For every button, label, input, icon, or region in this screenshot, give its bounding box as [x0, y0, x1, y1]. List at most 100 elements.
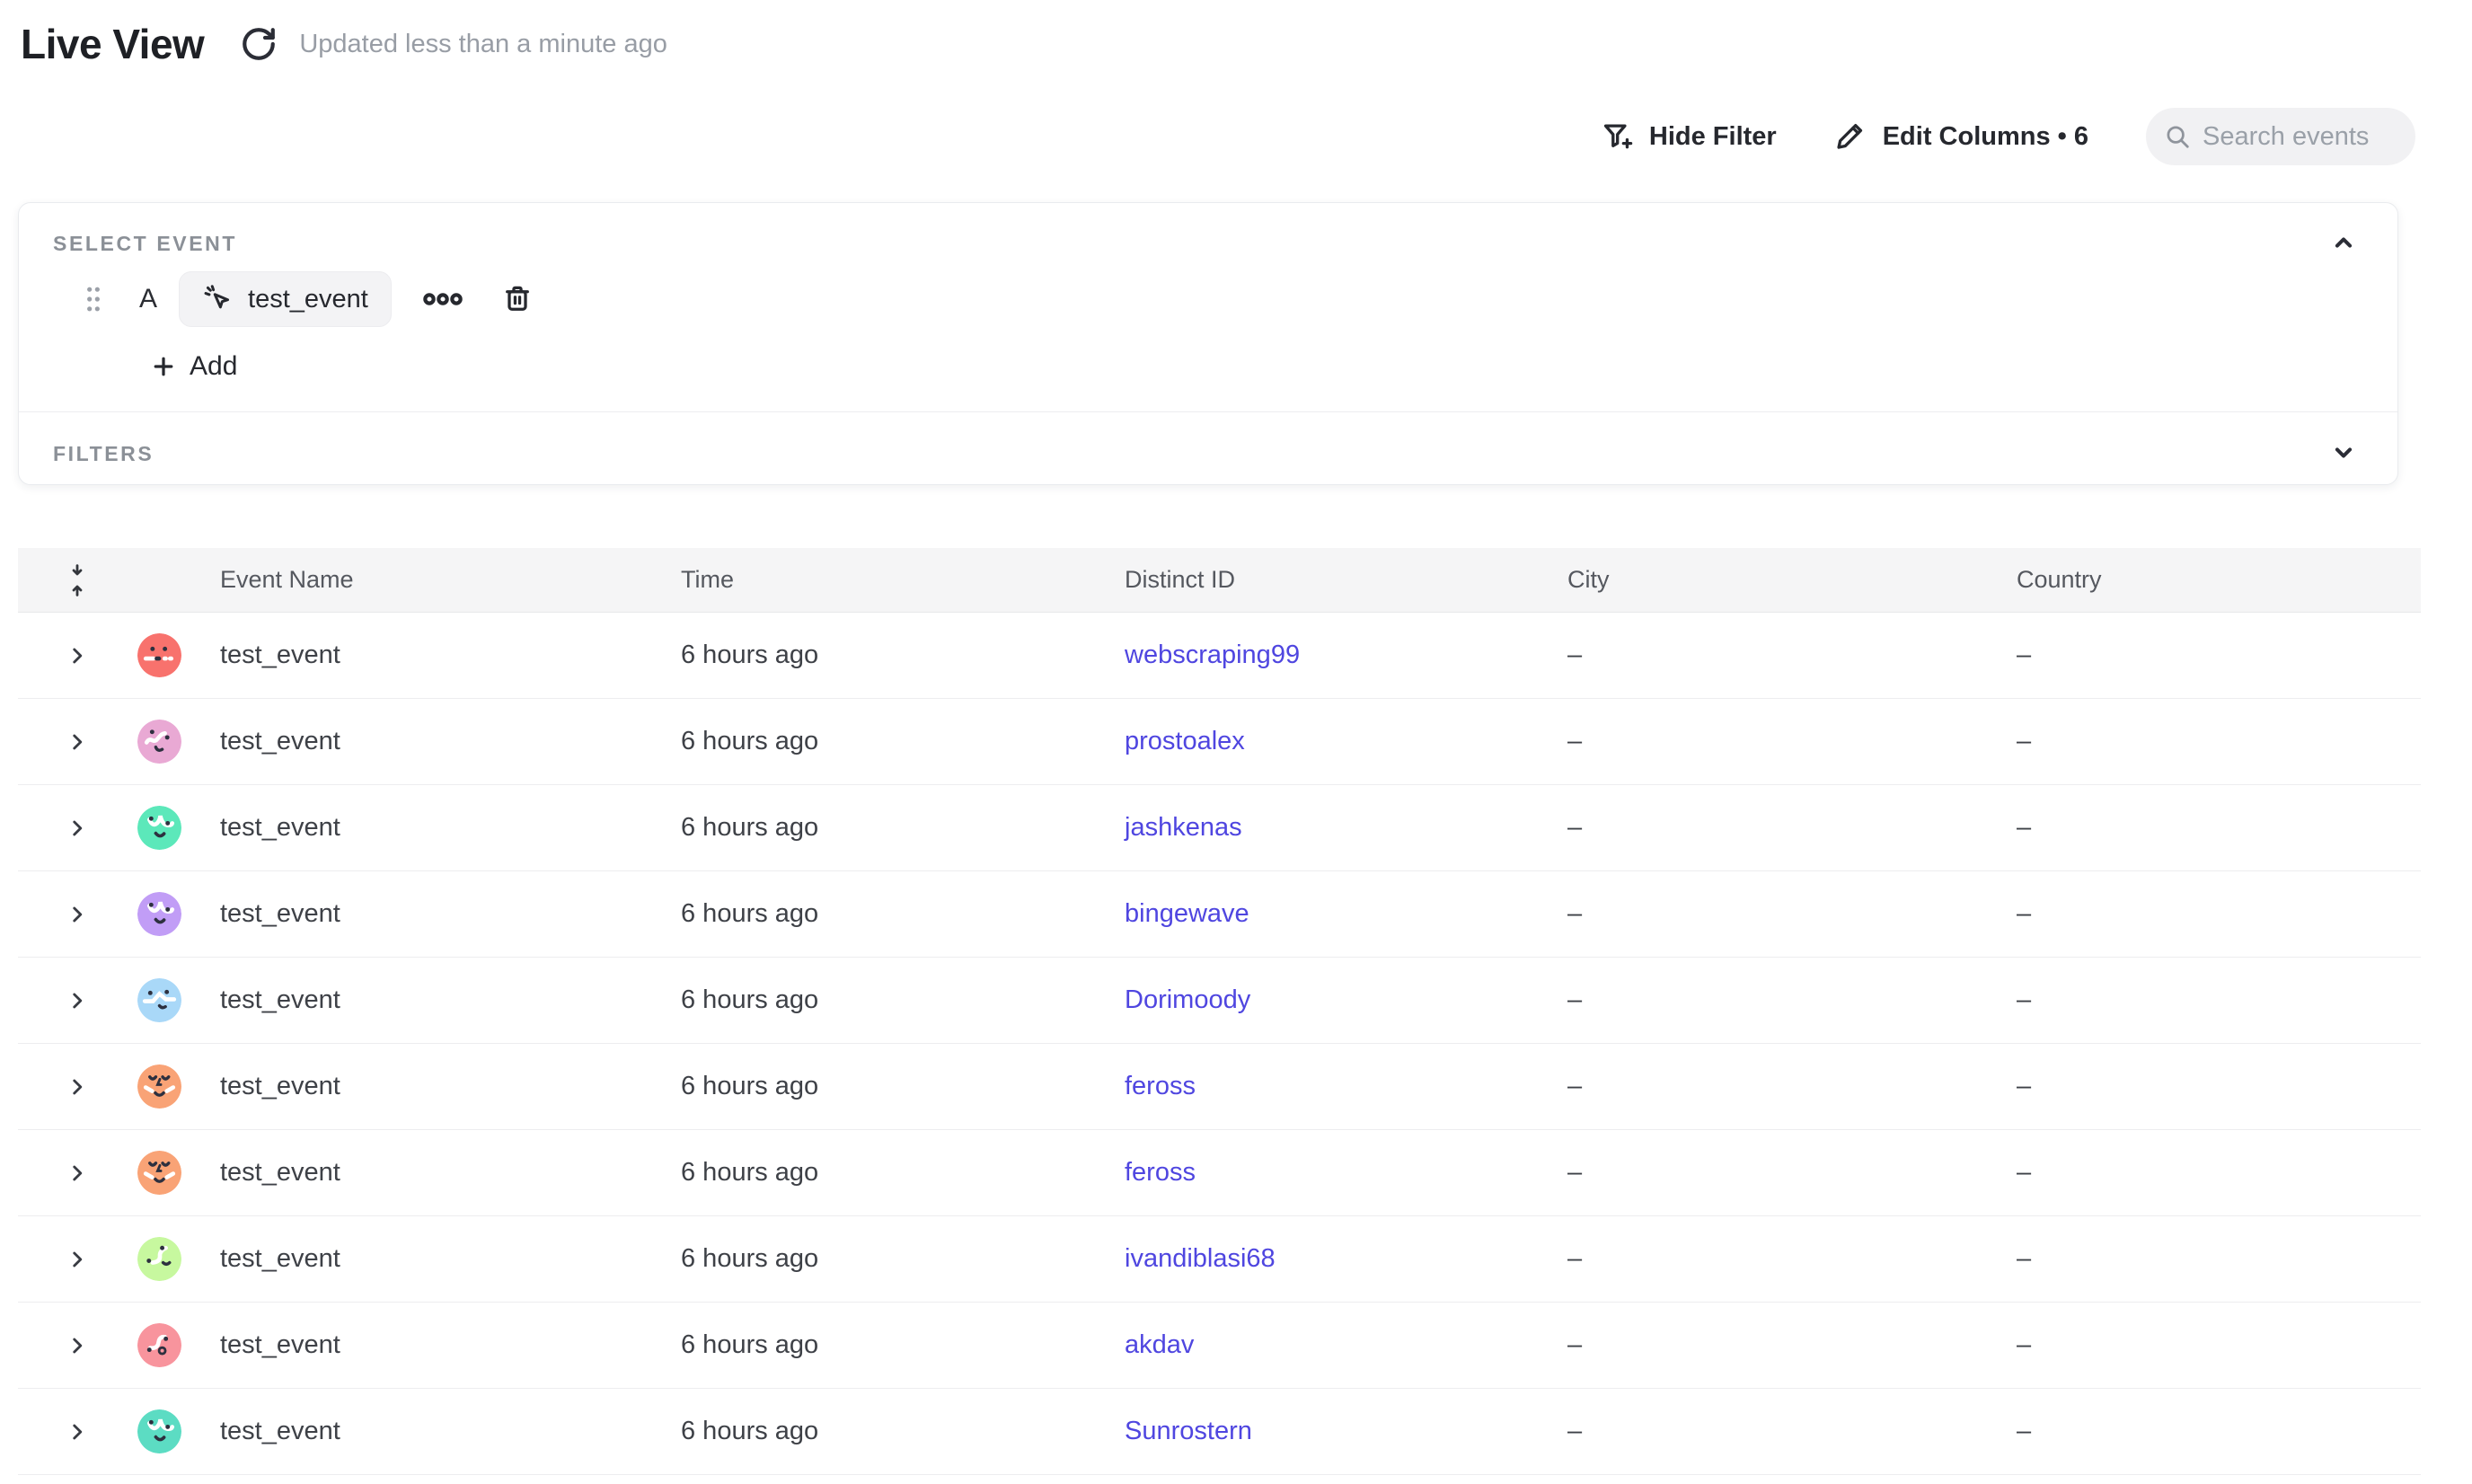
table-row[interactable]: test_event6 hours agofeross–– — [18, 1044, 2421, 1130]
time-cell: 6 hours ago — [663, 1244, 1107, 1274]
delete-event-button[interactable] — [501, 283, 534, 315]
expand-row-button[interactable] — [18, 1334, 117, 1357]
avatar-cell — [117, 1323, 202, 1367]
user-avatar-icon[interactable] — [137, 633, 181, 677]
expand-row-button[interactable] — [18, 1162, 117, 1185]
pencil-icon — [1834, 119, 1868, 154]
event-chip-label: test_event — [248, 285, 368, 314]
panel-divider — [19, 411, 2397, 412]
distinct-id-cell: webscraping99 — [1107, 640, 1549, 670]
hide-filter-button[interactable]: Hide Filter — [1601, 119, 1777, 154]
table-row[interactable]: test_event6 hours agowebscraping99–– — [18, 613, 2421, 699]
distinct-id-link[interactable]: Sunrostern — [1125, 1417, 1252, 1445]
select-event-label: SELECT EVENT — [53, 232, 237, 256]
chevron-right-icon — [66, 730, 89, 754]
user-avatar-icon[interactable] — [137, 1237, 181, 1281]
distinct-id-link[interactable]: akdav — [1125, 1330, 1194, 1359]
expand-row-button[interactable] — [18, 903, 117, 926]
chevron-right-icon — [66, 817, 89, 840]
time-cell: 6 hours ago — [663, 899, 1107, 929]
column-header-distinct-id: Distinct ID — [1107, 566, 1549, 594]
country-cell: – — [1999, 727, 2421, 756]
user-avatar-icon[interactable] — [137, 1151, 181, 1195]
table-row[interactable]: test_event6 hours agofeross–– — [18, 1130, 2421, 1216]
table-row[interactable]: test_event6 hours ago ivandiblasi68 –– — [18, 1216, 2421, 1303]
distinct-id-link[interactable]: bingewave — [1125, 899, 1249, 928]
expand-row-button[interactable] — [18, 1420, 117, 1444]
table-row[interactable]: test_event6 hours agoakdav–– — [18, 1303, 2421, 1389]
table-row[interactable]: test_event6 hours agojashkenas–– — [18, 785, 2421, 871]
time-cell: 6 hours ago — [663, 640, 1107, 670]
user-avatar-icon[interactable] — [137, 1409, 181, 1453]
country-cell: – — [1999, 813, 2421, 843]
event-name-cell: test_event — [202, 1244, 663, 1274]
city-cell: – — [1549, 1417, 1999, 1446]
distinct-id-cell: prostoalex — [1107, 727, 1549, 756]
user-avatar-icon[interactable] — [137, 1323, 181, 1367]
event-clause-row: A test_event — [82, 271, 534, 327]
avatar-cell — [117, 1064, 202, 1109]
avatar-cell — [117, 1151, 202, 1195]
expand-row-button[interactable] — [18, 730, 117, 754]
table-row[interactable]: test_event6 hours agoSunrostern–– — [18, 1389, 2421, 1475]
event-name-cell: test_event — [202, 1417, 663, 1446]
expand-row-button[interactable] — [18, 644, 117, 667]
pin-column-button[interactable] — [18, 562, 117, 598]
user-avatar-icon[interactable] — [137, 720, 181, 764]
time-cell: 6 hours ago — [663, 1417, 1107, 1446]
chevron-right-icon — [66, 644, 89, 667]
expand-row-button[interactable] — [18, 989, 117, 1012]
time-cell: 6 hours ago — [663, 1158, 1107, 1188]
user-avatar-icon[interactable] — [137, 1064, 181, 1109]
expand-row-button[interactable] — [18, 1248, 117, 1271]
plus-icon — [150, 353, 177, 380]
distinct-id-link[interactable]: webscraping99 — [1125, 640, 1300, 669]
event-name-cell: test_event — [202, 640, 663, 670]
distinct-id-link[interactable]: feross — [1125, 1072, 1196, 1100]
table-row[interactable]: test_event6 hours agobingewave–– — [18, 871, 2421, 958]
events-table: Event Name Time Distinct ID City Country… — [18, 548, 2421, 1484]
country-cell: – — [1999, 1330, 2421, 1360]
trash-icon — [501, 283, 534, 315]
chevron-right-icon — [66, 1420, 89, 1444]
edit-columns-button[interactable]: Edit Columns • 6 — [1834, 119, 2088, 154]
country-cell: – — [1999, 1244, 2421, 1274]
distinct-id-link[interactable]: feross — [1125, 1158, 1196, 1187]
event-selector-chip[interactable]: test_event — [179, 271, 392, 327]
three-circles-icon — [420, 291, 465, 307]
refresh-button[interactable] — [238, 23, 279, 65]
city-cell: – — [1549, 813, 1999, 843]
distinct-id-link[interactable]: Dorimoody — [1125, 985, 1250, 1014]
funnel-plus-icon — [1601, 119, 1635, 154]
city-cell: – — [1549, 1244, 1999, 1274]
drag-handle[interactable] — [82, 281, 107, 317]
time-cell: 6 hours ago — [663, 813, 1107, 843]
city-cell: – — [1549, 1072, 1999, 1101]
chevron-right-icon — [66, 989, 89, 1012]
column-header-time: Time — [663, 566, 1107, 594]
table-row[interactable]: test_event6 hours agoprostoalex–– — [18, 699, 2421, 785]
event-name-cell: test_event — [202, 985, 663, 1015]
toolbar: Hide Filter Edit Columns • 6 — [1601, 108, 2415, 165]
search-events-input[interactable] — [2203, 122, 2397, 152]
distinct-id-cell: Dorimoody — [1107, 985, 1549, 1015]
expand-row-button[interactable] — [18, 1075, 117, 1099]
event-name-cell: test_event — [202, 727, 663, 756]
distinct-id-link[interactable]: ivandiblasi68 — [1125, 1244, 1276, 1273]
collapse-section-button[interactable] — [2326, 225, 2362, 261]
chevron-down-icon — [2328, 437, 2359, 468]
user-avatar-icon[interactable] — [137, 806, 181, 850]
expand-row-button[interactable] — [18, 817, 117, 840]
add-event-button[interactable]: Add — [150, 347, 237, 386]
distinct-id-link[interactable]: prostoalex — [1125, 727, 1245, 755]
search-box[interactable] — [2146, 108, 2415, 165]
refresh-icon — [240, 25, 278, 63]
distinct-id-link[interactable]: jashkenas — [1125, 813, 1242, 842]
event-more-options-button[interactable] — [420, 291, 465, 307]
partial-row — [18, 1475, 2421, 1484]
expand-filters-button[interactable] — [2326, 435, 2362, 471]
city-cell: – — [1549, 899, 1999, 929]
user-avatar-icon[interactable] — [137, 978, 181, 1022]
table-row[interactable]: test_event6 hours agoDorimoody–– — [18, 958, 2421, 1044]
user-avatar-icon[interactable] — [137, 892, 181, 936]
